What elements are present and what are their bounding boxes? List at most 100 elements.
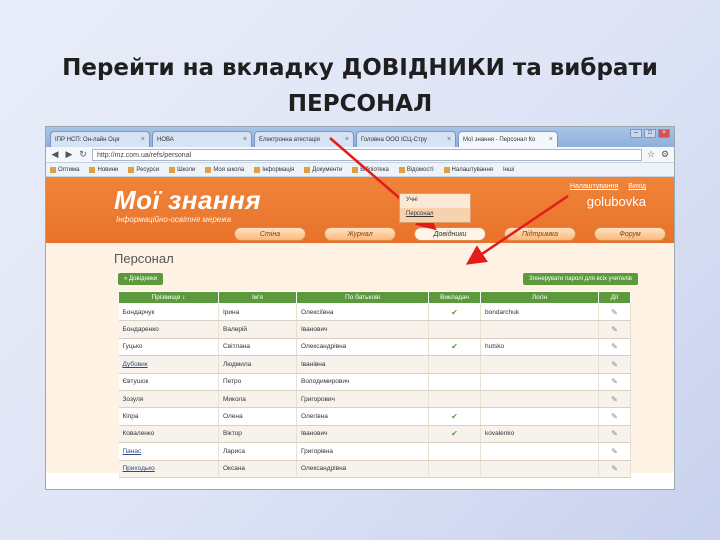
bookmark-icon [50,166,56,173]
window-close-icon[interactable]: × [658,129,670,138]
back-arrow-icon[interactable]: ◀ [50,149,60,160]
teacher-check-icon [428,460,481,478]
bookmark-icon [128,166,135,173]
slide-title-line2: ПЕРСОНАЛ [287,91,433,117]
teacher-check-icon: ✔ [428,338,481,357]
site-logo[interactable]: Мої знання [114,185,261,216]
close-icon[interactable]: × [549,136,553,143]
patronymic-cell: Олегівна [296,407,429,426]
patronymic-cell: Іванович [296,320,429,339]
bookmark-item[interactable]: Інформація [254,166,294,173]
col-surname[interactable]: Прізвище ↕ [118,291,219,304]
teacher-check-icon: ✔ [428,303,481,322]
nav-journal[interactable]: Журнал [324,227,396,241]
edit-icon[interactable]: ✎ [598,320,631,339]
settings-link[interactable]: Налаштування [570,183,618,190]
nav-wall[interactable]: Стіна [234,227,306,241]
edit-icon[interactable]: ✎ [598,373,631,391]
dropdown-item-staff[interactable]: Персонал [400,208,470,222]
browser-tab[interactable]: НОВА × [152,131,252,147]
bookmark-item[interactable]: Моя школа [205,166,244,173]
maximize-icon[interactable]: □ [644,129,656,138]
patronymic-cell: Олексіївна [296,303,429,322]
bookmark-icon [304,166,311,173]
bookmark-item[interactable]: Ресурси [128,166,159,173]
close-icon[interactable]: × [243,136,247,143]
bookmark-item[interactable]: Бібліотека [352,166,389,173]
bookmark-item[interactable]: Документи [304,166,342,173]
user-links: Налаштування Вихід [562,183,646,190]
close-icon[interactable]: × [141,136,145,143]
patronymic-cell: Григорович [296,390,429,409]
wrench-icon[interactable]: ⚙ [660,149,670,160]
bookmark-item[interactable]: Налаштування [443,166,493,173]
surname-cell[interactable]: Зозуля [118,390,219,409]
teacher-check-icon: ✔ [428,407,481,426]
edit-icon[interactable]: ✎ [598,442,631,461]
bookmark-icon [254,166,261,173]
login-cell [480,460,599,478]
surname-cell[interactable]: Євтушок [118,373,219,391]
table-row: Гуцько Світлана Олександрівна ✔ hutsko ✎ [118,338,631,357]
close-icon[interactable]: × [447,136,451,143]
nav-support[interactable]: Підтримка [504,227,576,241]
generate-passwords-button[interactable]: Згенерувати паролі для всіх учителів [522,273,638,285]
edit-icon[interactable]: ✎ [598,355,631,374]
surname-cell[interactable]: Бондарчук [118,303,219,322]
surname-cell[interactable]: Кіпра [118,407,219,426]
bookmark-item[interactable]: Інші [503,167,514,173]
bookmark-item[interactable]: Відомості [398,166,434,173]
surname-cell[interactable]: Дубовик [118,355,219,374]
patronymic-cell: Володимирович [296,373,429,391]
bookmarks-bar: Оптима Новини Ресурси Школи Моя школа Ін… [46,163,674,177]
login-cell [480,373,599,391]
browser-tab-active[interactable]: Мої знання - Персонал Ко × [458,131,558,147]
browser-tab[interactable]: Головна ООО ІСЦ-Стру × [356,131,456,147]
references-dropdown: Учні Персонал [399,193,471,223]
surname-cell[interactable]: Бондаренко [118,320,219,339]
teacher-check-icon: ✔ [428,425,481,444]
reload-icon[interactable]: ↻ [78,149,88,160]
browser-tab[interactable]: Електронна атестація × [254,131,354,147]
bookmark-item[interactable]: Оптима [50,166,79,173]
surname-cell[interactable]: Коваленко [118,425,219,444]
edit-icon[interactable]: ✎ [598,460,631,478]
address-bar[interactable]: http://mz.com.ua/refs/personal [92,148,642,161]
minimize-icon[interactable]: – [630,129,642,138]
bookmark-item[interactable]: Новини [89,166,118,173]
star-icon[interactable]: ☆ [646,149,656,160]
name-cell: Валерій [218,320,297,339]
bookmark-icon [398,166,405,173]
teacher-check-icon [428,442,481,461]
main-nav: Стіна Журнал Довідники Підтримка Форум [234,227,666,241]
edit-icon[interactable]: ✎ [598,407,631,426]
edit-icon[interactable]: ✎ [598,425,631,444]
name-cell: Ірина [218,303,297,322]
dropdown-item-students[interactable]: Учні [400,194,470,208]
bookmark-item[interactable]: Школи [169,166,195,173]
login-cell [480,355,599,374]
logout-link[interactable]: Вихід [628,183,646,190]
slide-title: Перейти на вкладку ДОВІДНИКИ та вибрати … [40,50,680,122]
forward-arrow-icon[interactable]: ▶ [64,149,74,160]
browser-tab[interactable]: ІПР НСП: Он-лайн Оця × [50,131,150,147]
surname-cell[interactable]: Гуцько [118,338,219,357]
back-to-references-button[interactable]: « Довідники [118,273,164,285]
login-cell: bondarchuk [480,303,599,322]
surname-cell[interactable]: Приходько [118,460,219,478]
browser-screenshot: ІПР НСП: Он-лайн Оця × НОВА × Електронна а… [45,126,675,490]
teacher-check-icon [428,320,481,339]
page-content: Персонал « Довідники Згенерувати паролі … [46,243,674,478]
edit-icon[interactable]: ✎ [598,390,631,409]
name-cell: Петро [218,373,297,391]
name-cell: Олена [218,407,297,426]
edit-icon[interactable]: ✎ [598,303,631,322]
bookmark-icon [169,166,176,173]
table-row: Бондарчук Ірина Олексіївна ✔ bondarchuk ✎ [118,303,631,322]
nav-forum[interactable]: Форум [594,227,666,241]
nav-references[interactable]: Довідники [414,227,486,241]
edit-icon[interactable]: ✎ [598,338,631,357]
close-icon[interactable]: × [345,136,349,143]
col-teacher: Викладач [428,291,481,304]
surname-cell[interactable]: Панас [118,442,219,461]
